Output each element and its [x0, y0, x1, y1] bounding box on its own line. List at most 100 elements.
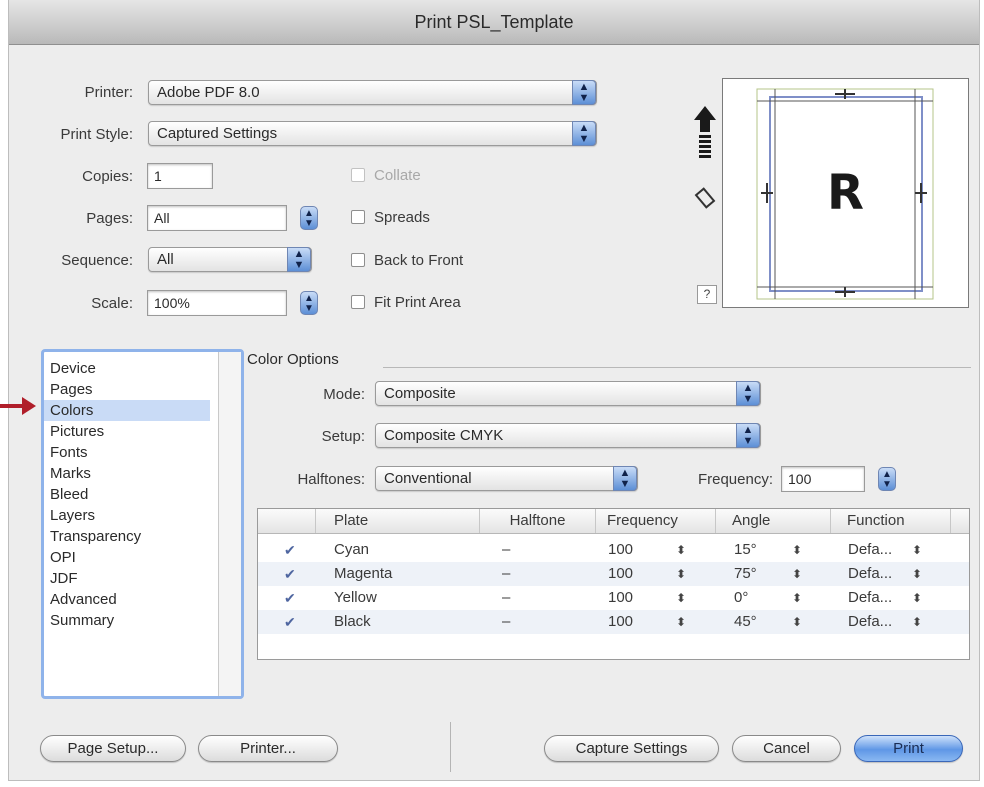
checked-checkbox-icon[interactable]: ✔: [284, 562, 296, 586]
plate-function[interactable]: Defa...: [848, 562, 892, 586]
category-item-jdf[interactable]: JDF: [44, 568, 210, 589]
plate-frequency[interactable]: 100: [608, 610, 633, 634]
print-style-popup[interactable]: Captured Settings ▲ ▼: [148, 121, 597, 146]
fit-print-area-label: Fit Print Area: [374, 294, 461, 311]
printer-button[interactable]: Printer...: [198, 735, 338, 762]
plate-halftone: –: [502, 565, 511, 582]
scale-field[interactable]: 100%: [147, 290, 287, 316]
category-item-device[interactable]: Device: [44, 358, 210, 379]
up-down-arrows-icon[interactable]: ⬍: [912, 562, 922, 586]
plates-table: Plate Halftone Frequency Angle Function …: [257, 508, 970, 660]
frequency-field[interactable]: 100: [781, 466, 865, 492]
print-style-label: Print Style:: [60, 126, 133, 143]
capture-settings-button[interactable]: Capture Settings: [544, 735, 719, 762]
checked-checkbox-icon[interactable]: ✔: [284, 610, 296, 634]
category-item-advanced[interactable]: Advanced: [44, 589, 210, 610]
preview-help-icon[interactable]: ?: [697, 285, 717, 304]
printer-popup[interactable]: Adobe PDF 8.0 ▲ ▼: [148, 80, 597, 105]
print-style-value: Captured Settings: [157, 125, 278, 142]
category-item-pictures[interactable]: Pictures: [44, 421, 210, 442]
table-row[interactable]: ✔ Black – 100 ⬍ 45° ⬍ Defa... ⬍: [258, 610, 969, 634]
plate-halftone: –: [502, 541, 511, 558]
column-header-angle[interactable]: Angle: [716, 509, 831, 533]
plate-function[interactable]: Defa...: [848, 586, 892, 610]
frequency-stepper-icon[interactable]: ▲ ▼: [878, 467, 896, 491]
column-header-plate[interactable]: Plate: [316, 509, 480, 533]
plate-angle[interactable]: 15°: [734, 538, 757, 562]
up-down-arrows-icon[interactable]: ⬍: [912, 610, 922, 634]
up-down-arrows-icon[interactable]: ⬍: [676, 562, 686, 586]
setup-popup[interactable]: Composite CMYK ▲ ▼: [375, 423, 761, 448]
mode-label: Mode:: [323, 386, 365, 403]
checkbox-box-icon: [351, 295, 365, 309]
up-down-arrows-icon[interactable]: ⬍: [676, 586, 686, 610]
column-header-frequency[interactable]: Frequency: [596, 509, 716, 533]
plate-frequency[interactable]: 100: [608, 562, 633, 586]
up-down-arrows-icon[interactable]: ⬍: [912, 538, 922, 562]
page-rotation-icon[interactable]: [693, 186, 719, 212]
plate-frequency[interactable]: 100: [608, 538, 633, 562]
up-down-arrows-icon[interactable]: ⬍: [676, 610, 686, 634]
category-item-marks[interactable]: Marks: [44, 463, 210, 484]
category-item-opi[interactable]: OPI: [44, 547, 210, 568]
sequence-popup[interactable]: All ▲ ▼: [148, 247, 312, 272]
popup-arrows-icon: ▲ ▼: [287, 247, 311, 272]
setup-label: Setup:: [321, 428, 365, 445]
checked-checkbox-icon[interactable]: ✔: [284, 586, 296, 610]
page-setup-button[interactable]: Page Setup...: [40, 735, 186, 762]
pages-field[interactable]: All: [147, 205, 287, 231]
category-list[interactable]: Device Pages Colors Pictures Fonts Marks…: [41, 349, 244, 699]
up-down-arrows-icon[interactable]: ⬍: [676, 538, 686, 562]
cancel-button[interactable]: Cancel: [732, 735, 841, 762]
plate-angle[interactable]: 45°: [734, 610, 757, 634]
up-down-arrows-icon[interactable]: ⬍: [792, 586, 802, 610]
plate-name: Black: [334, 613, 371, 630]
table-row[interactable]: ✔ Magenta – 100 ⬍ 75° ⬍ Defa... ⬍: [258, 562, 969, 586]
category-item-fonts[interactable]: Fonts: [44, 442, 210, 463]
feed-direction-arrow-icon: [694, 106, 716, 158]
column-header-halftone[interactable]: Halftone: [480, 509, 596, 533]
category-item-layers[interactable]: Layers: [44, 505, 210, 526]
column-header-function[interactable]: Function: [831, 509, 951, 533]
spreads-checkbox[interactable]: Spreads: [351, 209, 430, 226]
popup-arrows-icon: ▲ ▼: [572, 80, 596, 105]
checked-checkbox-icon[interactable]: ✔: [284, 538, 296, 562]
category-items: Device Pages Colors Pictures Fonts Marks…: [44, 352, 241, 631]
category-list-scrollbar[interactable]: [218, 352, 241, 696]
collate-label: Collate: [374, 167, 421, 184]
up-down-arrows-icon[interactable]: ⬍: [792, 562, 802, 586]
up-down-arrows-icon[interactable]: ⬍: [792, 538, 802, 562]
plate-frequency[interactable]: 100: [608, 586, 633, 610]
category-item-summary[interactable]: Summary: [44, 610, 210, 631]
plate-angle[interactable]: 0°: [734, 586, 748, 610]
fit-print-area-checkbox[interactable]: Fit Print Area: [351, 294, 461, 311]
printer-value: Adobe PDF 8.0: [157, 84, 260, 101]
category-item-bleed[interactable]: Bleed: [44, 484, 210, 505]
print-button[interactable]: Print: [854, 735, 963, 762]
category-item-colors[interactable]: Colors: [44, 400, 210, 421]
pages-stepper-icon[interactable]: ▲ ▼: [300, 206, 318, 230]
table-row[interactable]: ✔ Cyan – 100 ⬍ 15° ⬍ Defa... ⬍: [258, 538, 969, 562]
plate-function[interactable]: Defa...: [848, 538, 892, 562]
table-row[interactable]: ✔ Yellow – 100 ⬍ 0° ⬍ Defa... ⬍: [258, 586, 969, 610]
category-item-transparency[interactable]: Transparency: [44, 526, 210, 547]
checkbox-box-icon: [351, 168, 365, 182]
spreads-label: Spreads: [374, 209, 430, 226]
halftones-popup[interactable]: Conventional ▲ ▼: [375, 466, 638, 491]
printer-label: Printer:: [84, 84, 133, 101]
copies-field[interactable]: 1: [147, 163, 213, 189]
sequence-value: All: [157, 251, 174, 268]
plate-function[interactable]: Defa...: [848, 610, 892, 634]
collate-checkbox[interactable]: Collate: [351, 167, 421, 184]
print-dialog: Print PSL_Template Printer: Adobe PDF 8.…: [8, 0, 980, 781]
back-to-front-checkbox[interactable]: Back to Front: [351, 252, 463, 269]
plate-name: Yellow: [334, 589, 377, 606]
mode-popup[interactable]: Composite ▲ ▼: [375, 381, 761, 406]
up-down-arrows-icon[interactable]: ⬍: [912, 586, 922, 610]
scale-stepper-icon[interactable]: ▲ ▼: [300, 291, 318, 315]
up-down-arrows-icon[interactable]: ⬍: [792, 610, 802, 634]
popup-arrows-icon: ▲ ▼: [736, 381, 760, 406]
category-item-pages[interactable]: Pages: [44, 379, 210, 400]
column-header-check: [258, 509, 316, 533]
plate-angle[interactable]: 75°: [734, 562, 757, 586]
